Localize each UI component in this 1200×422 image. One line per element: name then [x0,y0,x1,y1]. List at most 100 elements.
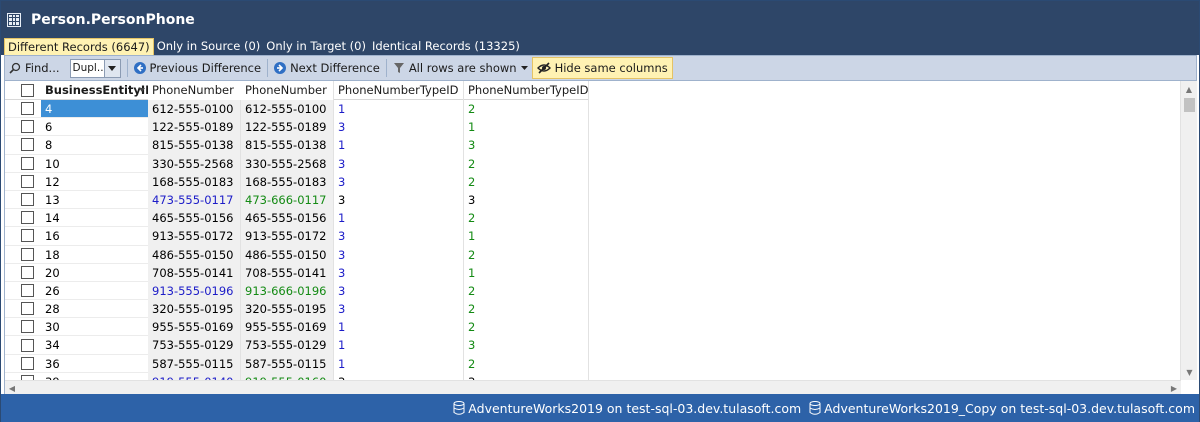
cell-target-phonenumber[interactable]: 815-555-0138 [241,136,334,155]
cell-target-phonenumber[interactable]: 913-666-0196 [241,281,334,301]
vertical-scrollbar[interactable]: ▲ ▼ [1180,81,1197,380]
table-row[interactable]: 39919-555-0140919-555-016033 [5,372,589,380]
cell-businessentityid[interactable]: 18 [41,246,148,264]
previous-difference-button[interactable]: Previous Difference [130,57,266,79]
cell-target-phonenumbertypeid[interactable]: 3 [464,190,589,210]
cell-target-phonenumber[interactable]: 330-555-2568 [241,154,334,173]
cell-source-phonenumber[interactable]: 168-555-0183 [148,172,241,191]
cell-source-phonenumber[interactable]: 753-555-0129 [148,336,241,355]
cell-source-phonenumbertypeid[interactable]: 3 [334,245,464,264]
column-header-source-phonenumbertypeid[interactable]: PhoneNumberTypeID [334,81,464,100]
horizontal-scrollbar[interactable]: ◀ ▶ [5,380,1181,394]
tab-identical-records[interactable]: Identical Records (13325) [369,38,523,55]
cell-source-phonenumbertypeid[interactable]: 3 [334,281,464,301]
cell-target-phonenumbertypeid[interactable]: 2 [464,318,589,337]
row-checkbox-cell[interactable] [5,118,41,137]
cell-source-phonenumbertypeid[interactable]: 1 [334,209,464,228]
cell-target-phonenumber[interactable]: 708-555-0141 [241,263,334,282]
tab-only-in-source[interactable]: Only in Source (0) [154,38,264,55]
cell-source-phonenumber[interactable]: 486-555-0150 [148,245,241,264]
cell-source-phonenumber[interactable]: 913-555-0196 [148,281,241,301]
row-checkbox[interactable] [21,120,34,134]
row-checkbox-cell[interactable] [5,191,41,210]
cell-source-phonenumbertypeid[interactable]: 1 [334,336,464,355]
cell-source-phonenumber[interactable]: 708-555-0141 [148,263,241,282]
table-row[interactable]: 4 612-555-0100 612-555-0100 1 2 [5,100,589,119]
cell-target-phonenumbertypeid[interactable]: 2 [464,172,589,191]
cell-businessentityid[interactable]: 26 [41,282,148,301]
cell-source-phonenumber[interactable]: 612-555-0100 [148,100,241,119]
cell-target-phonenumber[interactable]: 955-555-0169 [241,318,334,337]
cell-businessentityid[interactable]: 16 [41,227,148,246]
cell-target-phonenumber[interactable]: 913-555-0172 [241,227,334,246]
cell-target-phonenumbertypeid[interactable]: 1 [464,118,589,137]
hide-same-columns-button[interactable]: Hide same columns [531,57,673,79]
scroll-down-icon[interactable]: ▼ [1181,364,1198,380]
cell-target-phonenumber[interactable]: 753-555-0129 [241,336,334,355]
cell-businessentityid[interactable]: 34 [41,336,148,355]
cell-target-phonenumber[interactable]: 587-555-0115 [241,354,334,373]
table-row[interactable]: 12 168-555-0183 168-555-0183 3 2 [5,172,589,191]
row-checkbox[interactable] [21,174,34,188]
cell-target-phonenumber[interactable]: 465-555-0156 [241,209,334,228]
table-row[interactable]: 34 753-555-0129 753-555-0129 1 3 [5,336,589,355]
cell-target-phonenumbertypeid[interactable]: 2 [464,154,589,173]
scroll-thumb[interactable] [1184,98,1195,112]
column-header-target-phonenumbertypeid[interactable]: PhoneNumberTypeID [464,81,589,100]
row-checkbox[interactable] [21,211,34,225]
table-row[interactable]: 30 955-555-0169 955-555-0169 1 2 [5,318,589,337]
cell-businessentityid[interactable]: 6 [41,118,148,137]
row-checkbox[interactable] [21,283,34,297]
cell-source-phonenumbertypeid[interactable]: 3 [334,154,464,173]
row-checkbox-cell[interactable] [5,318,41,337]
cell-businessentityid[interactable]: 14 [41,209,148,228]
cell-businessentityid[interactable]: 36 [41,355,148,373]
filter-rows-button[interactable]: All rows are shown [389,57,532,79]
cell-source-phonenumbertypeid[interactable]: 3 [334,227,464,246]
cell-target-phonenumber[interactable]: 486-555-0150 [241,245,334,264]
cell-businessentityid[interactable]: 12 [41,173,148,191]
cell-businessentityid[interactable]: 20 [41,264,148,282]
cell-source-phonenumbertypeid[interactable]: 3 [334,300,464,319]
find-button[interactable]: Find... [5,57,64,79]
cell-target-phonenumber[interactable]: 473-666-0117 [241,190,334,210]
cell-businessentityid[interactable]: 28 [41,300,148,319]
cell-source-phonenumbertypeid[interactable]: 3 [334,190,464,210]
row-checkbox[interactable] [21,320,34,334]
cell-target-phonenumbertypeid[interactable]: 1 [464,227,589,246]
cell-businessentityid[interactable]: 39 [41,373,148,380]
cell-source-phonenumber[interactable]: 587-555-0115 [148,354,241,373]
table-row[interactable]: 28 320-555-0195 320-555-0195 3 2 [5,300,589,319]
cell-target-phonenumber[interactable]: 168-555-0183 [241,172,334,191]
cell-businessentityid[interactable]: 4 [41,100,148,119]
cell-target-phonenumbertypeid[interactable]: 2 [464,354,589,373]
cell-businessentityid[interactable]: 10 [41,155,148,173]
cell-target-phonenumbertypeid[interactable]: 1 [464,263,589,282]
select-all-checkbox-cell[interactable] [5,81,41,100]
cell-source-phonenumbertypeid[interactable]: 1 [334,100,464,119]
cell-source-phonenumbertypeid[interactable]: 3 [334,118,464,137]
tab-different-records[interactable]: Different Records (6647) [4,38,154,55]
row-checkbox-cell[interactable] [5,300,41,319]
cell-source-phonenumber[interactable]: 815-555-0138 [148,136,241,155]
row-checkbox-cell[interactable] [5,282,41,301]
cell-businessentityid[interactable]: 13 [41,191,148,210]
cell-source-phonenumber[interactable]: 122-555-0189 [148,118,241,137]
row-checkbox[interactable] [21,229,34,243]
row-checkbox-cell[interactable] [5,155,41,173]
cell-target-phonenumbertypeid[interactable]: 3 [464,336,589,355]
cell-target-phonenumbertypeid[interactable]: 2 [464,100,589,119]
cell-target-phonenumber[interactable]: 320-555-0195 [241,300,334,319]
cell-source-phonenumbertypeid[interactable]: 1 [334,354,464,373]
cell-target-phonenumber[interactable]: 612-555-0100 [241,100,334,119]
table-row[interactable]: 26 913-555-0196 913-666-0196 3 2 [5,281,589,301]
cell-source-phonenumbertypeid[interactable]: 1 [334,136,464,155]
row-checkbox[interactable] [21,247,34,261]
row-checkbox-cell[interactable] [5,173,41,191]
table-row[interactable]: 20 708-555-0141 708-555-0141 3 1 [5,263,589,282]
row-checkbox-cell[interactable] [5,227,41,246]
row-checkbox[interactable] [21,138,34,152]
row-checkbox[interactable] [21,102,34,116]
row-checkbox-cell[interactable] [5,355,41,373]
cell-target-phonenumbertypeid[interactable]: 2 [464,245,589,264]
